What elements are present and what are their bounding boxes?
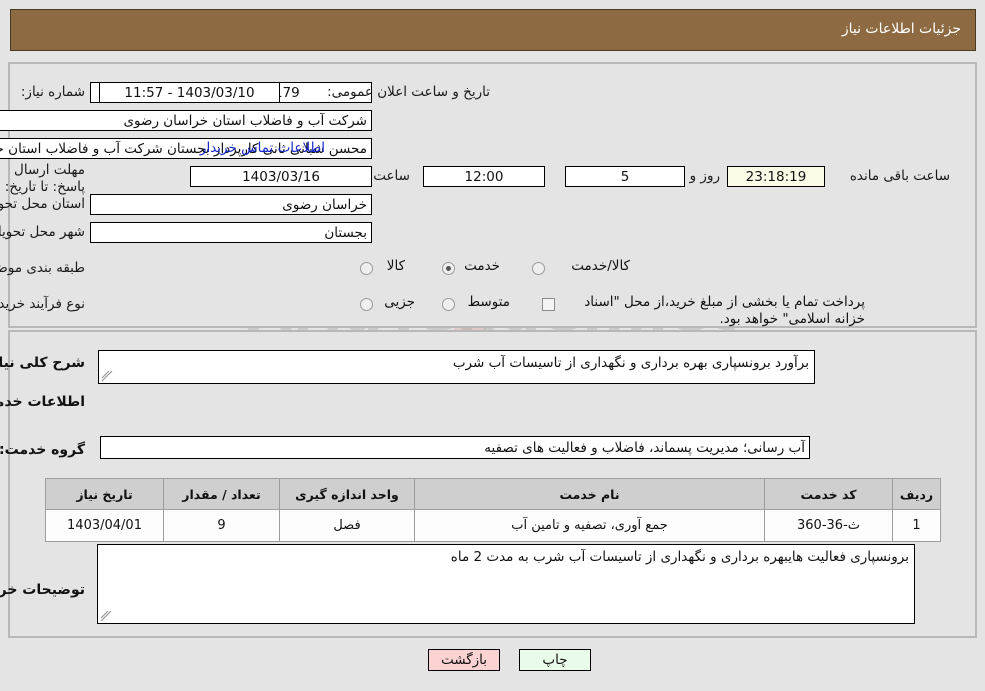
page-root: AriaTender.net جزئیات اطلاعات نیاز شماره…	[0, 0, 985, 691]
public-announce-field[interactable]: 11:57 - 1403/03/10	[99, 82, 280, 103]
islamic-treasury-checkbox[interactable]	[542, 298, 555, 311]
page-title: جزئیات اطلاعات نیاز	[841, 21, 961, 37]
remaining-time-field: 23:18:19	[727, 166, 825, 187]
col-unit: واحد اندازه گیری	[279, 478, 415, 510]
deadline-label: مهلت ارسال پاسخ: تا تاریخ:	[4, 162, 85, 195]
col-row-no: ردیف	[892, 478, 941, 510]
public-announce-label: تاریخ و ساعت اعلان عمومی:	[327, 84, 490, 100]
process-radio-0-label: جزیی	[384, 294, 415, 310]
col-need-date: تاریخ نیاز	[45, 478, 164, 510]
city-label: شهر محل تحویل:	[0, 224, 85, 240]
buyer-notes-value: برونسپاری فعالیت هایبهره برداری و نگهدار…	[450, 549, 909, 565]
need-number-label: شماره نیاز:	[20, 84, 85, 100]
service-group-field[interactable]: آب رسانی؛ مدیریت پسماند، فاضلاب و فعالیت…	[100, 436, 810, 459]
province-label: استان محل تحویل:	[0, 196, 85, 212]
remaining-time-label: ساعت باقی مانده	[849, 168, 950, 184]
cell-unit: فصل	[279, 509, 415, 542]
category-radio-1-label: خدمت	[464, 258, 500, 274]
buyer-org-field[interactable]: شرکت آب و فاضلاب استان خراسان رضوی	[0, 110, 372, 131]
buyer-contact-link[interactable]: اطلاعات تماس خریدار	[200, 140, 325, 156]
process-radio-1-label: متوسط	[467, 294, 510, 310]
process-label: نوع فرآیند خرید :	[0, 296, 85, 312]
cell-need-date: 1403/04/01	[45, 509, 164, 542]
category-radio-2[interactable]	[532, 262, 545, 275]
page-header: جزئیات اطلاعات نیاز	[10, 9, 976, 51]
cell-service-name: جمع آوری، تصفیه و تامین آب	[414, 509, 765, 542]
category-radio-1[interactable]	[442, 262, 455, 275]
remaining-days-field: 5	[565, 166, 685, 187]
deadline-date-field[interactable]: 1403/03/16	[190, 166, 372, 187]
table-row: 1 ث-36-360 جمع آوری، تصفیه و تامین آب فص…	[45, 509, 941, 542]
general-desc-value: برآورد برونسپاری بهره برداری و نگهداری ا…	[452, 355, 809, 371]
col-quantity: تعداد / مقدار	[163, 478, 280, 510]
islamic-treasury-label: پرداخت تمام یا بخشی از مبلغ خرید،از محل …	[584, 294, 865, 327]
category-radio-0-label: کالا	[386, 258, 405, 274]
col-service-code: کد خدمت	[764, 478, 893, 510]
table-header-row: ردیف کد خدمت نام خدمت واحد اندازه گیری ت…	[45, 478, 941, 510]
general-desc-textarea[interactable]: برآورد برونسپاری بهره برداری و نگهداری ا…	[98, 350, 815, 384]
services-section-title: اطلاعات خدمات مورد نیاز	[0, 394, 85, 410]
buyer-notes-textarea[interactable]: برونسپاری فعالیت هایبهره برداری و نگهدار…	[97, 544, 915, 624]
col-service-name: نام خدمت	[414, 478, 765, 510]
services-table: ردیف کد خدمت نام خدمت واحد اندازه گیری ت…	[45, 478, 941, 542]
deadline-hour-label: ساعت	[373, 168, 410, 184]
back-button[interactable]: بازگشت	[428, 649, 500, 671]
remaining-days-label: روز و	[689, 168, 720, 184]
province-field[interactable]: خراسان رضوی	[90, 194, 372, 215]
process-radio-0[interactable]	[360, 298, 373, 311]
resize-grip-icon[interactable]	[101, 370, 113, 382]
service-group-label: گروه خدمت:	[0, 442, 85, 458]
print-button[interactable]: چاپ	[519, 649, 591, 671]
city-field[interactable]: بجستان	[90, 222, 372, 243]
general-desc-label: شرح کلی نیاز:	[0, 355, 85, 371]
process-radio-1[interactable]	[442, 298, 455, 311]
category-radio-0[interactable]	[360, 262, 373, 275]
category-radio-2-label: کالا/خدمت	[571, 258, 630, 274]
cell-quantity: 9	[163, 509, 280, 542]
cell-service-code: ث-36-360	[764, 509, 893, 542]
buyer-notes-label: توضیحات خریدار:	[0, 582, 85, 598]
resize-grip-icon-2[interactable]	[100, 610, 112, 622]
deadline-hour-field[interactable]: 12:00	[423, 166, 545, 187]
category-label: طبقه بندی موضوعی:	[0, 260, 85, 276]
cell-row-no: 1	[892, 509, 941, 542]
